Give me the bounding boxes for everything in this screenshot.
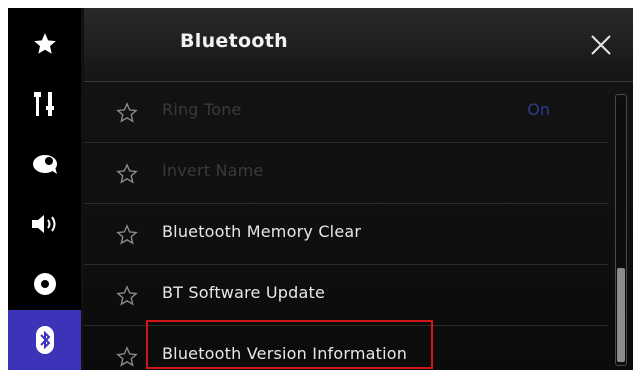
sidebar-item-settings[interactable]: [8, 74, 81, 134]
menu-item-label: Invert Name: [162, 161, 264, 180]
favorite-star-icon[interactable]: [116, 285, 138, 307]
highlight-box: [146, 320, 433, 369]
menu-item-bluetooth-memory-clear[interactable]: Bluetooth Memory Clear: [84, 204, 608, 265]
favorite-star-icon[interactable]: [116, 163, 138, 185]
menu-item-bt-software-update[interactable]: BT Software Update: [84, 265, 608, 326]
menu-item-value: On: [527, 100, 550, 119]
star-icon: [32, 31, 58, 57]
close-icon: [586, 35, 616, 64]
eye-icon: [31, 152, 59, 176]
menu-item-invert-name[interactable]: Invert Name: [84, 143, 608, 204]
favorite-star-icon[interactable]: [116, 346, 138, 368]
main-panel: Bluetooth Ring Tone On Invert Name Bluet…: [84, 8, 633, 370]
menu-item-label: BT Software Update: [162, 283, 325, 302]
sidebar-item-source[interactable]: [8, 254, 81, 314]
close-button[interactable]: [586, 30, 616, 60]
header-bar: Bluetooth: [84, 8, 633, 82]
disc-icon: [32, 271, 58, 297]
screen: Bluetooth Ring Tone On Invert Name Bluet…: [8, 8, 633, 370]
tools-icon: [33, 90, 57, 118]
menu-item-label: Bluetooth Memory Clear: [162, 222, 362, 241]
sidebar-item-audio[interactable]: [8, 194, 81, 254]
menu-item-ring-tone[interactable]: Ring Tone On: [84, 82, 608, 143]
favorite-star-icon[interactable]: [116, 224, 138, 246]
menu-item-label: Ring Tone: [162, 100, 242, 119]
page-title: Bluetooth: [180, 30, 288, 52]
favorite-star-icon[interactable]: [116, 102, 138, 124]
sidebar-item-favorites[interactable]: [8, 14, 81, 74]
sidebar-item-theme[interactable]: [8, 134, 81, 194]
scrollbar-thumb[interactable]: [617, 268, 625, 362]
sidebar-item-bluetooth[interactable]: [8, 310, 81, 370]
bluetooth-icon: [34, 325, 56, 355]
speaker-icon: [30, 212, 60, 236]
sidebar: [8, 8, 81, 370]
